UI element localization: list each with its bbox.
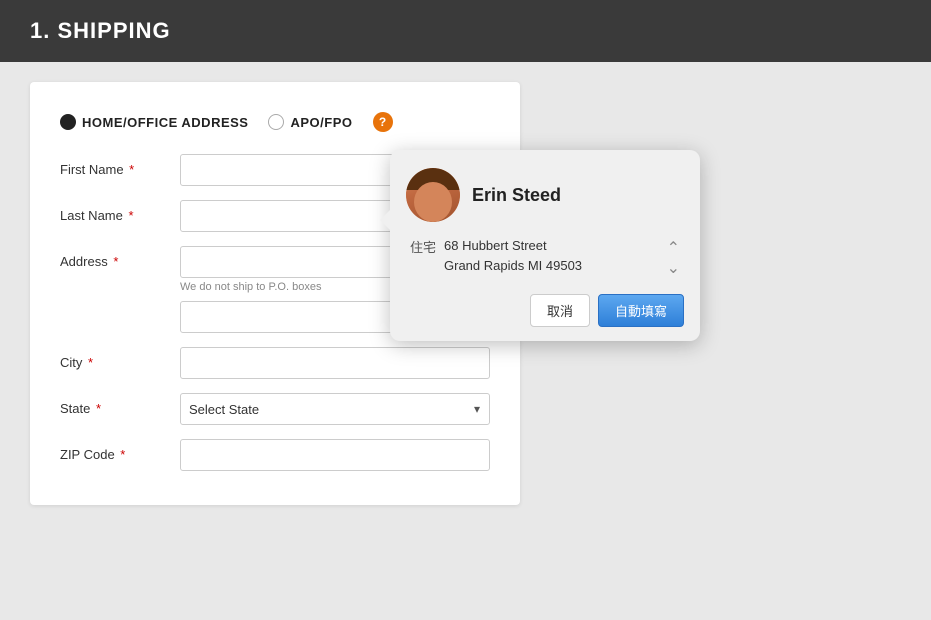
home-office-radio[interactable]: HOME/OFFICE ADDRESS (60, 114, 248, 130)
help-icon[interactable]: ? (373, 112, 393, 132)
zip-input[interactable] (180, 439, 490, 471)
popup-profile-row: Erin Steed (406, 168, 684, 222)
address-label: Address * (60, 246, 180, 269)
home-office-label: HOME/OFFICE ADDRESS (82, 115, 248, 130)
city-label: City * (60, 347, 180, 370)
state-label: State * (60, 393, 180, 416)
autofill-button[interactable]: 自動填寫 (598, 294, 684, 327)
zip-required: * (120, 447, 125, 462)
popup-address-line1: 68 Hubbert Street (444, 236, 659, 256)
apo-fpo-label: APO/FPO (290, 115, 352, 130)
last-name-label: Last Name * (60, 200, 180, 223)
state-select[interactable]: Select State Alabama Alaska Arizona Cali… (180, 393, 490, 425)
popup-actions: 取消 自動填寫 (406, 294, 684, 327)
address-required: * (113, 254, 118, 269)
page-header: 1. SHIPPING (0, 0, 931, 62)
address-type-row: HOME/OFFICE ADDRESS APO/FPO ? (60, 112, 490, 132)
first-name-required: * (129, 162, 134, 177)
first-name-label: First Name * (60, 154, 180, 177)
apo-radio-dot (268, 114, 284, 130)
state-row: State * Select State Alabama Alaska Ariz… (60, 393, 490, 425)
apo-fpo-radio[interactable]: APO/FPO (268, 114, 352, 130)
zip-row: ZIP Code * (60, 439, 490, 471)
popup-address-type: 住宅 (410, 236, 436, 256)
state-select-wrap: Select State Alabama Alaska Arizona Cali… (180, 393, 490, 425)
chevron-up-down-icon[interactable]: ⌃⌄ (667, 236, 680, 278)
zip-input-wrap (180, 439, 490, 471)
state-input-wrap: Select State Alabama Alaska Arizona Cali… (180, 393, 490, 425)
state-required: * (96, 401, 101, 416)
city-row: City * (60, 347, 490, 379)
zip-label: ZIP Code * (60, 439, 180, 462)
cancel-button[interactable]: 取消 (530, 294, 590, 327)
popup-address-line2: Grand Rapids MI 49503 (444, 256, 659, 276)
avatar (406, 168, 460, 222)
city-required: * (88, 355, 93, 370)
popup-address-row: 住宅 68 Hubbert Street Grand Rapids MI 495… (406, 236, 684, 278)
avatar-skin (414, 182, 452, 222)
city-input[interactable] (180, 347, 490, 379)
avatar-face (406, 168, 460, 222)
popup-address-lines: 68 Hubbert Street Grand Rapids MI 49503 (444, 236, 659, 275)
last-name-required: * (128, 208, 133, 223)
home-radio-dot (60, 114, 76, 130)
city-input-wrap (180, 347, 490, 379)
autofill-popup: Erin Steed 住宅 68 Hubbert Street Grand Ra… (390, 150, 700, 341)
page-title: 1. SHIPPING (30, 18, 901, 44)
popup-name: Erin Steed (472, 185, 561, 206)
